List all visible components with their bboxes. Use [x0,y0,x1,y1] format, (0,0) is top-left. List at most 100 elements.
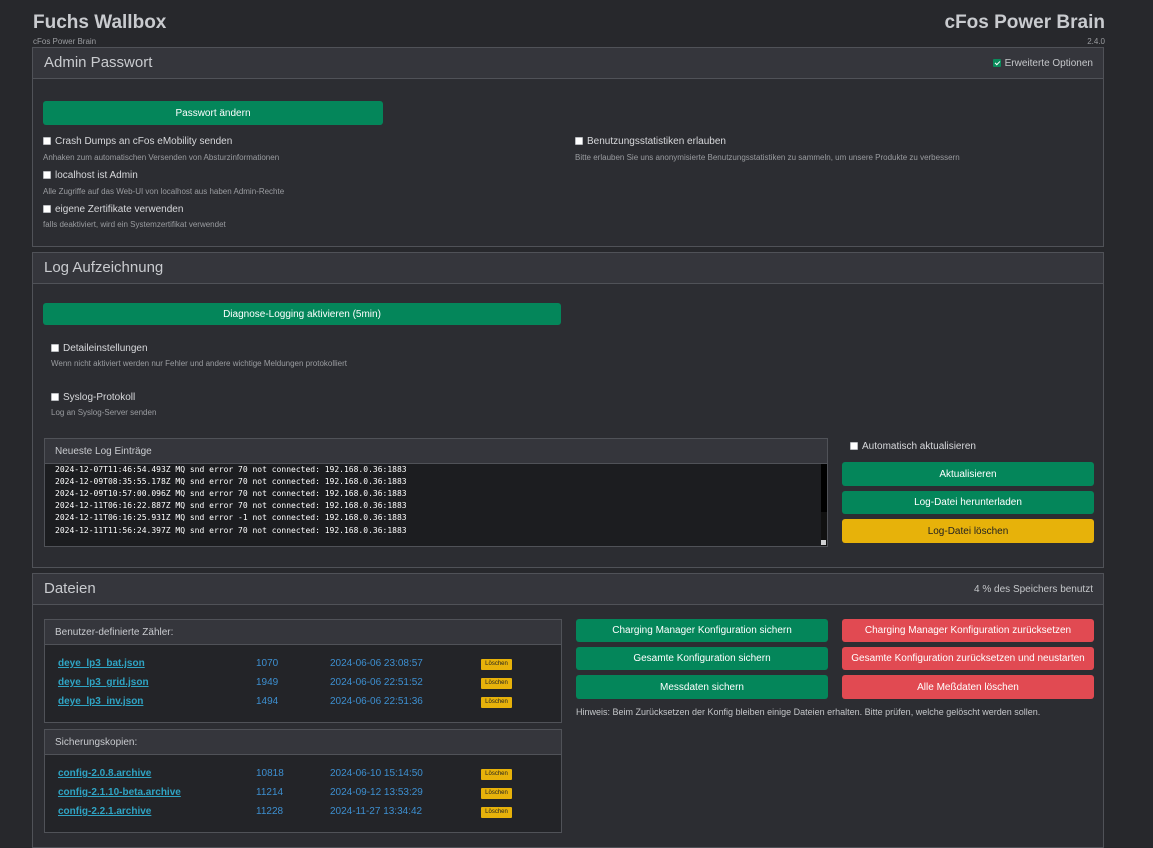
delete-file-button[interactable]: Löschen [481,769,512,780]
file-date: 2024-06-10 15:14:50 [330,768,423,779]
log-line: 2024-12-07T11:46:54.493Z MQ snd error 70… [55,465,407,474]
localhost-admin-help: Alle Zugriffe auf das Web-UI von localho… [43,187,285,196]
file-date: 2024-09-12 13:53:29 [330,787,423,798]
log-scrollbar[interactable] [821,464,827,546]
advanced-options-checkbox[interactable] [992,59,1001,67]
user-counters-box: Benutzer-definierte Zähler: deye_lp3_bat… [44,619,562,723]
delete-file-button[interactable]: Löschen [481,788,512,799]
log-entries-box[interactable]: Neueste Log Einträge 2024-12-07T11:46:54… [44,438,828,547]
syslog-help: Log an Syslog-Server senden [51,408,157,417]
app-title: Fuchs Wallbox [33,12,167,33]
app-header: Fuchs Wallbox cFos Power Brain cFos Powe… [0,0,1153,48]
option-own-certificates[interactable]: eigene Zertifikate verwenden [43,204,183,215]
own-certificates-help: falls deaktiviert, wird ein Systemzertif… [43,220,226,229]
log-line: 2024-12-09T08:35:55.178Z MQ snd error 70… [55,477,407,486]
diagnose-logging-button[interactable]: Diagnose-Logging aktivieren (5min) [43,303,561,325]
admin-panel-title: Admin Passwort [44,54,153,71]
delete-file-button[interactable]: Löschen [481,678,512,689]
save-cm-config-button[interactable]: Charging Manager Konfiguration sichern [576,619,828,642]
user-counters-header: Benutzer-definierte Zähler: [45,620,561,645]
advanced-options-label: Erweiterte Optionen [1004,58,1093,69]
backups-box: Sicherungskopien: config-2.0.8.archive 1… [44,729,562,833]
log-line: 2024-12-11T06:16:25.931Z MQ snd error -1… [55,513,407,522]
table-row: deye_lp3_inv.json 1494 2024-06-06 22:51:… [45,696,561,710]
crash-dumps-checkbox[interactable] [43,137,51,145]
log-line: 2024-12-09T10:57:00.096Z MQ snd error 70… [55,489,407,498]
delete-file-button[interactable]: Löschen [481,659,512,670]
save-measurements-button[interactable]: Messdaten sichern [576,675,828,699]
table-row: deye_lp3_bat.json 1070 2024-06-06 23:08:… [45,658,561,672]
file-link[interactable]: config-2.2.1.archive [58,806,151,817]
file-size: 11214 [256,787,284,798]
own-certificates-label: eigene Zertifikate verwenden [55,204,184,215]
file-size: 11228 [256,806,284,817]
crash-dumps-label: Crash Dumps an cFos eMobility senden [55,136,233,147]
version-label: 2.4.0 [1087,37,1105,46]
file-link[interactable]: config-2.1.10-beta.archive [58,787,181,798]
table-row: config-2.0.8.archive 10818 2024-06-10 15… [45,768,561,782]
change-password-button[interactable]: Passwort ändern [43,101,383,125]
option-usage-statistics[interactable]: Benutzungsstatistiken erlauben [575,136,726,147]
table-row: config-2.1.10-beta.archive 11214 2024-09… [45,787,561,801]
log-panel-header: Log Aufzeichnung [33,253,1103,284]
reset-cm-config-button[interactable]: Charging Manager Konfiguration zurückset… [842,619,1094,642]
scroll-down-icon[interactable] [821,540,826,545]
delete-log-button[interactable]: Log-Datei löschen [842,519,1094,543]
download-log-button[interactable]: Log-Datei herunterladen [842,491,1094,514]
log-entries-title: Neueste Log Einträge [55,446,152,457]
delete-file-button[interactable]: Löschen [481,807,512,818]
detail-settings-label: Detaileinstellungen [63,343,148,354]
log-panel-title: Log Aufzeichnung [44,259,164,276]
syslog-label: Syslog-Protokoll [63,392,136,403]
refresh-log-button[interactable]: Aktualisieren [842,462,1094,486]
file-date: 2024-06-06 22:51:52 [330,677,423,688]
file-link[interactable]: config-2.0.8.archive [58,768,151,779]
usage-statistics-help: Bitte erlauben Sie uns anonymisierte Ben… [575,153,960,162]
detail-settings-checkbox[interactable] [51,344,59,352]
admin-panel: Admin Passwort Erweiterte Optionen Passw… [32,47,1104,247]
table-row: config-2.2.1.archive 11228 2024-11-27 13… [45,806,561,820]
file-link[interactable]: deye_lp3_bat.json [58,658,145,669]
delete-measurements-button[interactable]: Alle Meßdaten löschen [842,675,1094,699]
detail-settings-help: Wenn nicht aktiviert werden nur Fehler u… [51,359,348,368]
advanced-options-toggle[interactable]: Erweiterte Optionen [992,58,1093,69]
reset-hint: Hinweis: Beim Zurücksetzen der Konfig bl… [576,707,1041,717]
backups-title: Sicherungskopien: [55,737,138,748]
own-certificates-checkbox[interactable] [43,205,51,213]
option-auto-refresh[interactable]: Automatisch aktualisieren [850,441,976,452]
auto-refresh-label: Automatisch aktualisieren [862,441,976,452]
file-size: 1070 [256,658,279,669]
file-link[interactable]: deye_lp3_grid.json [58,677,149,688]
save-all-config-button[interactable]: Gesamte Konfiguration sichern [576,647,828,670]
reset-all-config-button[interactable]: Gesamte Konfiguration zurücksetzen und n… [842,647,1094,670]
log-line: 2024-12-11T11:56:24.397Z MQ snd error 70… [55,526,407,535]
syslog-checkbox[interactable] [51,393,59,401]
option-localhost-admin[interactable]: localhost ist Admin [43,170,138,181]
option-syslog[interactable]: Syslog-Protokoll [51,392,135,403]
storage-usage: 4 % des Speichers benutzt [974,584,1093,595]
user-counters-title: Benutzer-definierte Zähler: [55,627,174,638]
file-size: 1949 [256,677,279,688]
admin-panel-header: Admin Passwort Erweiterte Optionen [33,48,1103,79]
delete-file-button[interactable]: Löschen [481,697,512,708]
file-size: 10818 [256,768,284,779]
file-link[interactable]: deye_lp3_inv.json [58,696,143,707]
crash-dumps-help: Anhaken zum automatischen Versenden von … [43,153,280,162]
files-panel-header: Dateien 4 % des Speichers benutzt [33,574,1103,605]
file-date: 2024-06-06 22:51:36 [330,696,423,707]
auto-refresh-checkbox[interactable] [850,442,858,450]
usage-statistics-checkbox[interactable] [575,137,583,145]
log-panel: Log Aufzeichnung Diagnose-Logging aktivi… [32,252,1104,568]
log-line: 2024-12-11T06:16:22.887Z MQ snd error 70… [55,501,407,510]
table-row: deye_lp3_grid.json 1949 2024-06-06 22:51… [45,677,561,691]
localhost-admin-checkbox[interactable] [43,171,51,179]
option-crash-dumps[interactable]: Crash Dumps an cFos eMobility senden [43,136,232,147]
log-entries-header: Neueste Log Einträge [45,439,827,464]
log-scrollbar-thumb[interactable] [821,464,827,512]
localhost-admin-label: localhost ist Admin [55,170,138,181]
app-subtitle: cFos Power Brain [33,37,97,46]
files-panel: Dateien 4 % des Speichers benutzt Benutz… [32,573,1104,848]
files-panel-title: Dateien [44,580,96,597]
option-detail-settings[interactable]: Detaileinstellungen [51,343,148,354]
file-date: 2024-11-27 13:34:42 [330,806,423,817]
